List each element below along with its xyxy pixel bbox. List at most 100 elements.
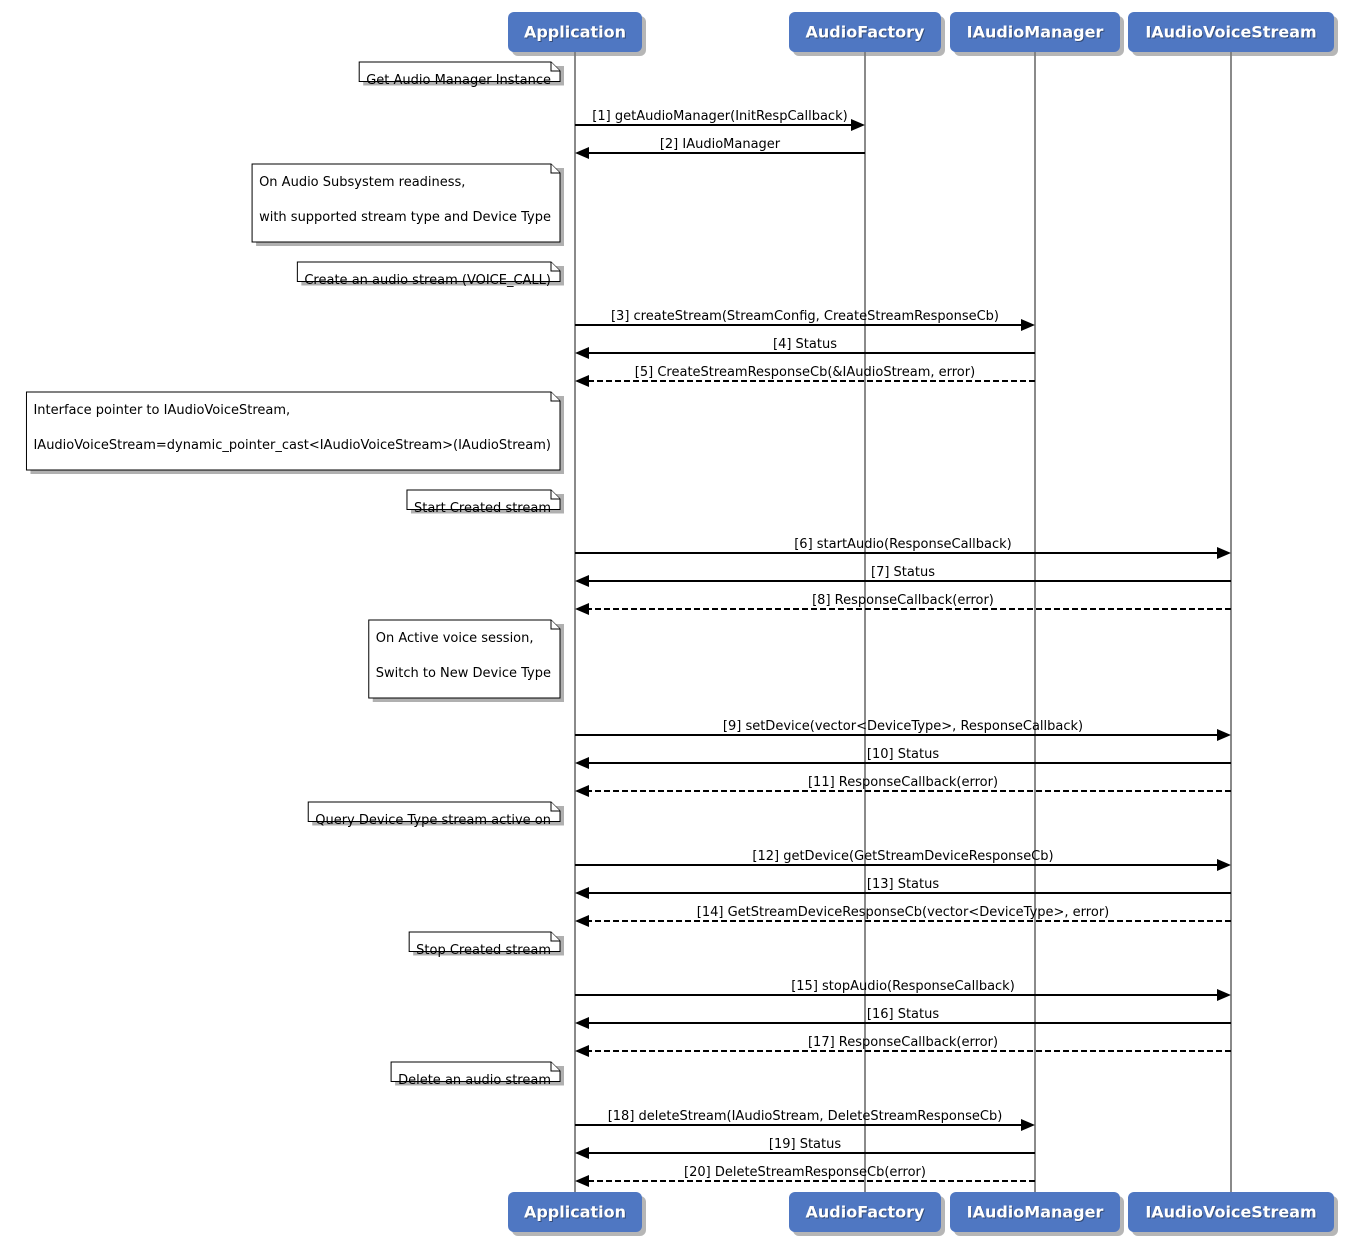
participant-label: AudioFactory <box>806 23 926 42</box>
arrowhead-icon <box>575 757 589 769</box>
arrowhead-icon <box>575 915 589 927</box>
note: Stop Created stream <box>408 931 564 958</box>
note-text: On Active voice session, <box>376 631 534 646</box>
message-label: [7] Status <box>871 565 935 580</box>
note: On Audio Subsystem readiness, with suppor… <box>251 163 564 246</box>
message-15: [10] Status <box>575 747 1231 769</box>
participant-label: IAudioManager <box>967 1203 1104 1222</box>
message-12: [8] ResponseCallback(error) <box>575 593 1231 615</box>
message-6: [4] Status <box>575 337 1035 359</box>
message-16: [11] ResponseCallback(error) <box>575 775 1231 797</box>
message-5: [3] createStream(StreamConfig, CreateStr… <box>575 309 1035 331</box>
participant-label: AudioFactory <box>806 1203 926 1222</box>
participant-voice-top: IAudioVoiceStreamIAudioVoiceStream <box>1128 12 1338 56</box>
arrowhead-icon <box>1021 1119 1035 1131</box>
message-label: [10] Status <box>867 747 939 762</box>
notes: Get Audio Manager Instance On Audio Subsy… <box>25 61 564 1088</box>
participant-label: IAudioVoiceStream <box>1145 1203 1316 1222</box>
message-20: [14] GetStreamDeviceResponseCb(vector<De… <box>575 905 1231 927</box>
participant-label: Application <box>524 1203 626 1222</box>
participant-manager-bottom: IAudioManagerIAudioManager <box>950 1192 1124 1236</box>
arrowhead-icon <box>575 575 589 587</box>
message-label: [1] getAudioManager(InitRespCallback) <box>592 109 847 124</box>
note-text: Start Created stream <box>414 501 551 516</box>
note-text: with supported stream type and Device Ty… <box>259 210 551 225</box>
message-22: [15] stopAudio(ResponseCallback) <box>575 979 1231 1001</box>
arrowhead-icon <box>575 1175 589 1187</box>
arrowhead-icon <box>575 1017 589 1029</box>
arrowhead-icon <box>575 347 589 359</box>
message-7: [5] CreateStreamResponseCb(&IAudioStream… <box>575 365 1035 387</box>
message-label: [5] CreateStreamResponseCb(&IAudioStream… <box>635 365 975 380</box>
participant-app-top: ApplicationApplication <box>508 12 646 56</box>
message-23: [16] Status <box>575 1007 1231 1029</box>
message-label: [17] ResponseCallback(error) <box>808 1035 998 1050</box>
note: Delete an audio stream <box>390 1061 564 1088</box>
note-text: IAudioVoiceStream=dynamic_pointer_cast<I… <box>33 438 551 453</box>
message-24: [17] ResponseCallback(error) <box>575 1035 1231 1057</box>
note: Interface pointer to IAudioVoiceStream, I… <box>25 391 564 474</box>
message-2: [2] IAudioManager <box>575 137 865 159</box>
note: On Active voice session, Switch to New De… <box>368 619 564 702</box>
message-1: [1] getAudioManager(InitRespCallback) <box>575 109 865 131</box>
message-26: [18] deleteStream(IAudioStream, DeleteSt… <box>575 1109 1035 1131</box>
message-label: [6] startAudio(ResponseCallback) <box>794 537 1012 552</box>
message-19: [13] Status <box>575 877 1231 899</box>
message-label: [11] ResponseCallback(error) <box>808 775 998 790</box>
participant-heads-bottom: ApplicationApplication AudioFactoryAudioF… <box>508 1192 1338 1236</box>
participant-label: IAudioVoiceStream <box>1145 23 1316 42</box>
participant-heads-top: ApplicationApplication AudioFactoryAudioF… <box>508 12 1338 56</box>
arrowhead-icon <box>575 1045 589 1057</box>
message-27: [19] Status <box>575 1137 1035 1159</box>
note: Create an audio stream (VOICE_CALL) <box>296 261 564 288</box>
message-label: [9] setDevice(vector<DeviceType>, Respon… <box>723 719 1083 734</box>
message-14: [9] setDevice(vector<DeviceType>, Respon… <box>575 719 1231 741</box>
arrowhead-icon <box>575 375 589 387</box>
note-text: Switch to New Device Type <box>376 666 551 681</box>
arrowhead-icon <box>1217 547 1231 559</box>
message-18: [12] getDevice(GetStreamDeviceResponseCb… <box>575 849 1231 871</box>
note: Start Created stream <box>406 489 564 516</box>
note-text: Stop Created stream <box>416 943 551 958</box>
note-text: Interface pointer to IAudioVoiceStream, <box>33 403 290 418</box>
arrowhead-icon <box>575 887 589 899</box>
note-text: Query Device Type stream active on <box>315 813 551 828</box>
message-label: [3] createStream(StreamConfig, CreateStr… <box>611 309 999 324</box>
message-label: [13] Status <box>867 877 939 892</box>
arrowhead-icon <box>1217 859 1231 871</box>
messages: [1] getAudioManager(InitRespCallback) [2]… <box>575 109 1231 1187</box>
message-28: [20] DeleteStreamResponseCb(error) <box>575 1165 1035 1187</box>
arrowhead-icon <box>575 785 589 797</box>
message-label: [15] stopAudio(ResponseCallback) <box>791 979 1015 994</box>
arrowhead-icon <box>1217 729 1231 741</box>
note: Query Device Type stream active on <box>307 801 564 828</box>
arrowhead-icon <box>1217 989 1231 1001</box>
message-11: [7] Status <box>575 565 1231 587</box>
note: Get Audio Manager Instance <box>358 61 564 88</box>
arrowhead-icon <box>1021 319 1035 331</box>
note-text: Create an audio stream (VOICE_CALL) <box>304 273 551 288</box>
message-10: [6] startAudio(ResponseCallback) <box>575 537 1231 559</box>
note-text: On Audio Subsystem readiness, <box>259 175 465 190</box>
message-label: [12] getDevice(GetStreamDeviceResponseCb… <box>752 849 1053 864</box>
message-label: [14] GetStreamDeviceResponseCb(vector<De… <box>697 905 1109 920</box>
message-label: [8] ResponseCallback(error) <box>812 593 994 608</box>
participant-manager-top: IAudioManagerIAudioManager <box>950 12 1124 56</box>
participant-factory-bottom: AudioFactoryAudioFactory <box>789 1192 945 1236</box>
participant-label: IAudioManager <box>967 23 1104 42</box>
message-label: [2] IAudioManager <box>660 137 781 152</box>
sequence-diagram: Get Audio Manager Instance On Audio Subsy… <box>25 12 1338 1236</box>
message-label: [16] Status <box>867 1007 939 1022</box>
note-text: Delete an audio stream <box>398 1073 551 1088</box>
message-label: [4] Status <box>773 337 837 352</box>
message-label: [18] deleteStream(IAudioStream, DeleteSt… <box>608 1109 1003 1124</box>
arrowhead-icon <box>575 1147 589 1159</box>
arrowhead-icon <box>575 603 589 615</box>
participant-app-bottom: ApplicationApplication <box>508 1192 646 1236</box>
arrowhead-icon <box>851 119 865 131</box>
participant-label: Application <box>524 23 626 42</box>
participant-voice-bottom: IAudioVoiceStreamIAudioVoiceStream <box>1128 1192 1338 1236</box>
message-label: [19] Status <box>769 1137 841 1152</box>
participant-factory-top: AudioFactoryAudioFactory <box>789 12 945 56</box>
arrowhead-icon <box>575 147 589 159</box>
